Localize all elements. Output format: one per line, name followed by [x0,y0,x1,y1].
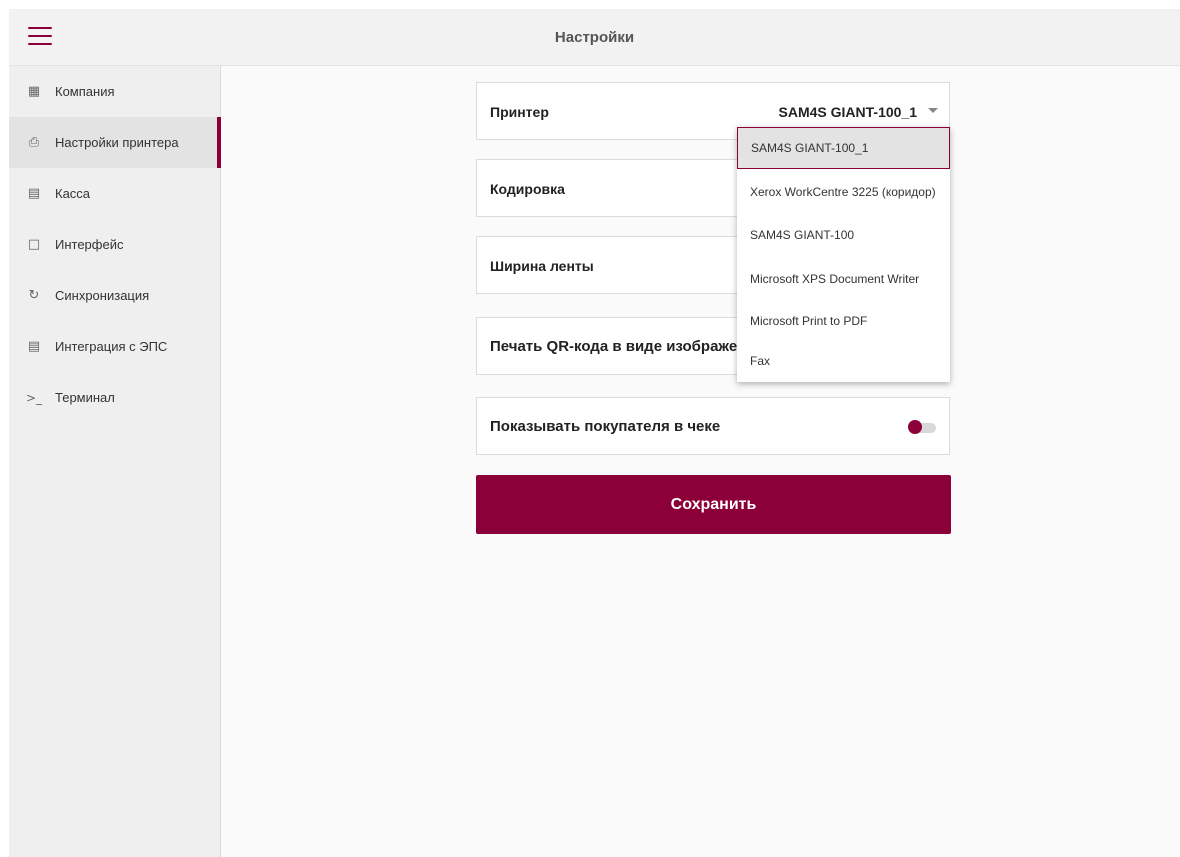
terminal-icon: >_ [25,390,43,405]
save-button[interactable]: Сохранить [476,475,951,534]
building-icon: ▦ [27,84,41,99]
sidebar-item-company[interactable]: ▦ Компания [9,66,220,117]
dropdown-option[interactable]: Xerox WorkCentre 3225 (коридор) [737,170,950,214]
sidebar-item-label: Касса [55,186,91,201]
show-buyer-label: Показывать покупателя в чеке [490,418,721,435]
sidebar-item-label: Компания [55,84,115,99]
printer-dropdown-menu: SAM4S GIANT-100_1 Xerox WorkCentre 3225 … [737,127,950,382]
header-bar: Настройки [9,9,1180,66]
sidebar-item-sync[interactable]: ↻ Синхронизация [9,270,220,321]
sidebar-item-interface[interactable]: □ Интерфейс [9,219,220,270]
dropdown-option[interactable]: Fax [737,341,950,381]
sidebar-item-cash-register[interactable]: ▤ Касса [9,168,220,219]
dropdown-option[interactable]: Microsoft XPS Document Writer [737,256,950,302]
sync-icon: ↻ [28,288,40,303]
show-buyer-toggle[interactable] [908,420,936,434]
chevron-down-icon[interactable] [928,108,938,113]
printer-icon: ⎙ [28,135,40,150]
sidebar-item-label: Настройки принтера [55,135,179,150]
sidebar-item-label: Интерфейс [55,237,124,252]
dropdown-option[interactable]: SAM4S GIANT-100 [737,215,950,255]
tape-width-label: Ширина ленты [490,258,594,274]
sidebar-item-eps-integration[interactable]: ▤ Интеграция с ЭПС [9,321,220,372]
card-icon: ▤ [27,339,41,354]
page-title: Настройки [554,29,635,46]
monitor-icon: □ [27,237,41,252]
sidebar-item-terminal[interactable]: >_ Терминал [9,372,220,423]
sidebar-item-label: Интеграция с ЭПС [55,339,168,354]
show-buyer-setting: Показывать покупателя в чеке [476,397,950,455]
sidebar: ▦ Компания ⎙ Настройки принтера ▤ Касса … [9,66,221,857]
printer-label: Принтер [490,104,549,120]
sidebar-item-label: Синхронизация [55,288,150,303]
qr-print-label: Печать QR-кода в виде изображения [490,338,765,355]
dropdown-option[interactable]: SAM4S GIANT-100_1 [737,127,950,169]
app-window: Настройки ▦ Компания ⎙ Настройки принтер… [9,9,1180,857]
toggle-knob [908,420,922,434]
dropdown-option[interactable]: Microsoft Print to PDF [737,303,950,339]
cash-register-icon: ▤ [27,186,41,201]
encoding-label: Кодировка [490,181,565,197]
sidebar-item-printer-settings[interactable]: ⎙ Настройки принтера [9,117,221,168]
sidebar-item-label: Терминал [55,390,115,405]
